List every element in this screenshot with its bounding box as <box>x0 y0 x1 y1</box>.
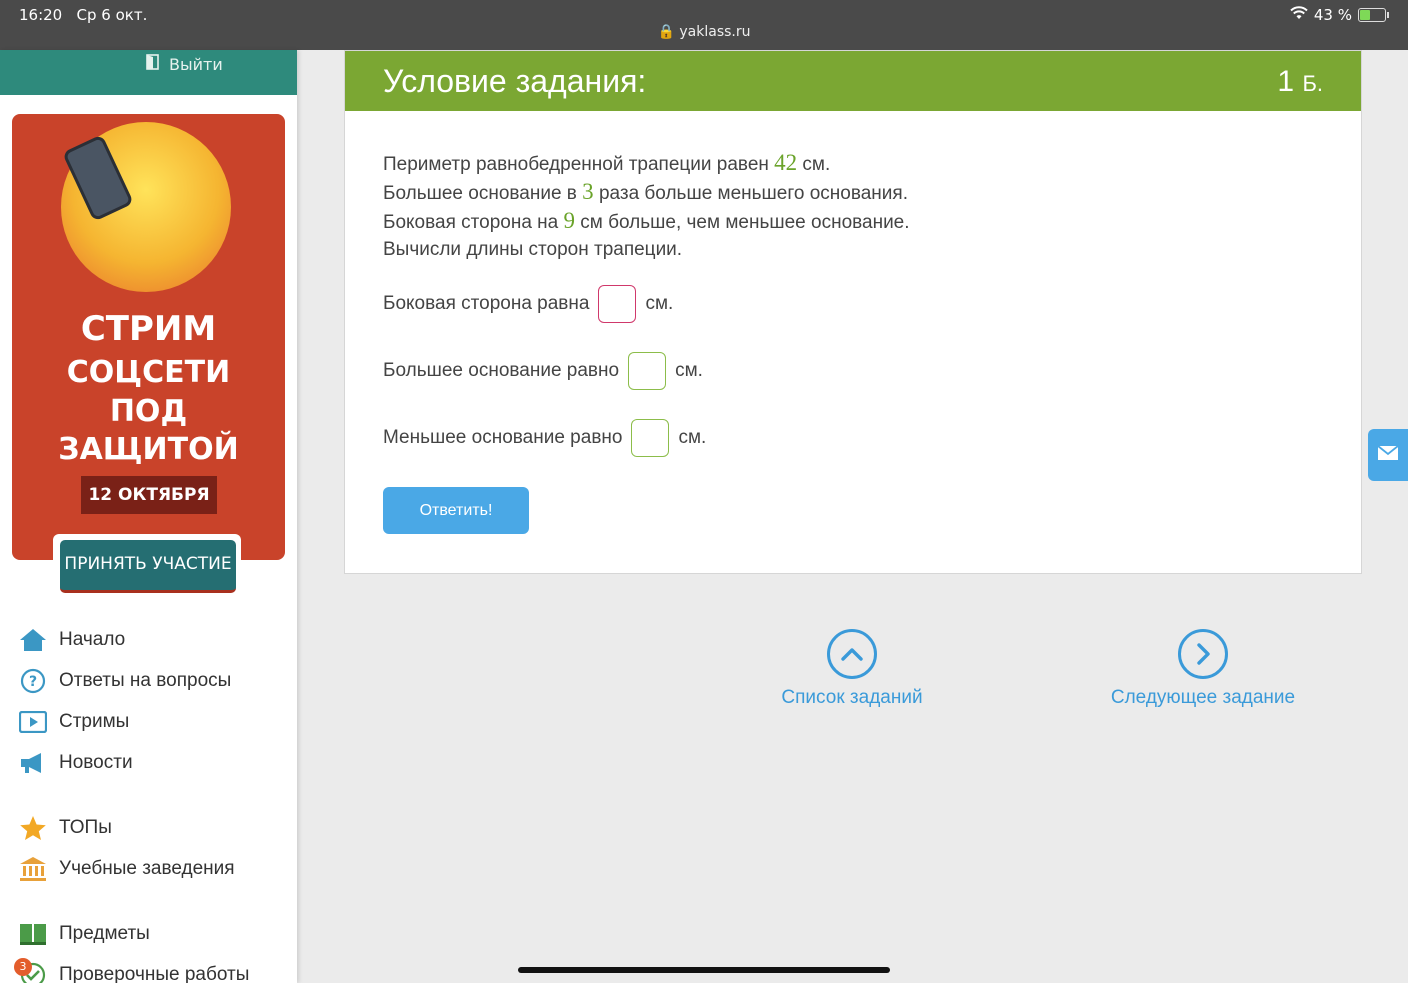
answer-label: Боковая сторона равна <box>383 293 590 314</box>
sidebar: Выйти СТРИМ СОЦСЕТИ ПОД ЗАЩИТОЙ 12 ОКТЯБ… <box>0 50 297 983</box>
task-title: Условие задания: <box>383 63 647 99</box>
lock-icon: 🔒 <box>657 24 675 40</box>
promo-button-wrap: ПРИНЯТЬ УЧАСТИЕ <box>53 534 241 593</box>
sidebar-item-streams[interactable]: Стримы <box>19 707 129 737</box>
sidebar-item-subjects[interactable]: Предметы <box>19 919 150 949</box>
sidebar-item-label: Предметы <box>59 923 150 944</box>
logout-label: Выйти <box>169 54 223 74</box>
problem-line-4: Вычисли длины сторон трапеции. <box>383 239 683 260</box>
answer-unit: см. <box>645 293 674 314</box>
question-icon: ? <box>19 667 47 695</box>
answer-row-larger-base: Большее основание равно см. <box>383 352 703 390</box>
feedback-button[interactable] <box>1368 429 1408 481</box>
submit-button[interactable]: Ответить! <box>383 487 529 534</box>
task-card: Условие задания: 1 Б. Периметр равнобедр… <box>344 50 1362 574</box>
number-42: 42 <box>774 150 798 175</box>
sidebar-item-news[interactable]: Новости <box>19 748 133 778</box>
svg-text:?: ? <box>29 674 37 690</box>
battery-icon <box>1358 8 1389 22</box>
sidebar-item-schools[interactable]: Учебные заведения <box>19 854 235 884</box>
logout-button[interactable]: Выйти <box>145 54 223 74</box>
home-indicator[interactable] <box>518 967 890 973</box>
promo-title: СТРИМ <box>80 309 217 349</box>
chevron-up-icon <box>827 629 877 679</box>
points-value: 1 <box>1277 65 1295 98</box>
play-icon <box>19 708 47 736</box>
smaller-base-input[interactable] <box>631 419 670 457</box>
address-bar[interactable]: 🔒 yaklass.ru <box>0 24 1408 40</box>
logout-icon <box>145 54 161 74</box>
chevron-right-icon <box>1178 629 1228 679</box>
sidebar-item-label: Проверочные работы <box>59 964 250 983</box>
answer-unit: см. <box>675 360 703 381</box>
sidebar-item-label: Учебные заведения <box>59 858 235 879</box>
answer-label: Большее основание равно <box>383 360 620 381</box>
star-icon <box>19 814 47 842</box>
building-icon <box>19 855 47 883</box>
task-header: Условие задания: 1 Б. <box>345 51 1361 111</box>
sidebar-item-answers[interactable]: ? Ответы на вопросы <box>19 666 231 696</box>
task-list-label: Список заданий <box>781 687 923 708</box>
next-task-link[interactable]: Следующее задание <box>1093 629 1313 709</box>
sidebar-item-home[interactable]: Начало <box>19 625 125 655</box>
notification-badge: 3 <box>14 958 32 976</box>
answer-label: Меньшее основание равно <box>383 427 623 448</box>
answer-row-side: Боковая сторона равна см. <box>383 285 673 323</box>
points-unit: Б. <box>1302 71 1323 96</box>
sidebar-item-label: Стримы <box>59 711 130 732</box>
url-text: yaklass.ru <box>679 24 751 40</box>
home-icon <box>19 626 47 654</box>
problem-text: Периметр равнобедренной трапеции равен 4… <box>383 149 910 263</box>
promo-date: 12 ОКТЯБРЯ <box>81 476 217 514</box>
promo-subtitle-3: ЗАЩИТОЙ <box>58 432 239 467</box>
sidebar-item-label: Новости <box>59 752 133 773</box>
next-task-label: Следующее задание <box>1110 687 1296 708</box>
promo-subtitle-2: ПОД <box>109 394 188 429</box>
promo-banner[interactable]: СТРИМ СОЦСЕТИ ПОД ЗАЩИТОЙ 12 ОКТЯБРЯ <box>12 114 285 560</box>
side-length-input[interactable] <box>598 285 637 323</box>
status-bar: 16:20 Ср 6 окт. 🔒 yaklass.ru 43 % <box>0 0 1408 50</box>
number-9: 9 <box>563 208 576 233</box>
larger-base-input[interactable] <box>628 352 667 390</box>
problem-line-1: Периметр равнобедренной трапеции равен 4… <box>383 150 831 175</box>
answer-row-smaller-base: Меньшее основание равно см. <box>383 419 706 457</box>
status-time: 16:20 Ср 6 окт. <box>19 6 148 24</box>
mail-icon <box>1377 445 1399 465</box>
problem-line-2: Большее основание в 3 раза больше меньше… <box>383 179 908 204</box>
sidebar-item-label: Ответы на вопросы <box>59 670 232 691</box>
answer-unit: см. <box>678 427 707 448</box>
wifi-icon <box>1290 6 1308 24</box>
sidebar-item-label: Начало <box>59 629 126 650</box>
battery-percent: 43 % <box>1313 6 1352 24</box>
task-points: 1 Б. <box>1277 65 1323 99</box>
sidebar-item-label: ТОПы <box>59 817 112 838</box>
sidebar-item-tests[interactable]: Проверочные работы <box>19 960 249 983</box>
book-icon <box>19 920 47 948</box>
sidebar-header: Выйти <box>0 50 297 95</box>
number-3: 3 <box>582 179 594 204</box>
problem-line-3: Боковая сторона на 9 см больше, чем мень… <box>383 208 910 233</box>
join-button[interactable]: ПРИНЯТЬ УЧАСТИЕ <box>60 540 236 593</box>
megaphone-icon <box>19 749 47 777</box>
sidebar-item-tops[interactable]: ТОПы <box>19 813 112 843</box>
status-indicators: 43 % <box>1290 6 1389 24</box>
task-list-link[interactable]: Список заданий <box>742 629 962 709</box>
promo-subtitle-1: СОЦСЕТИ <box>66 355 231 390</box>
